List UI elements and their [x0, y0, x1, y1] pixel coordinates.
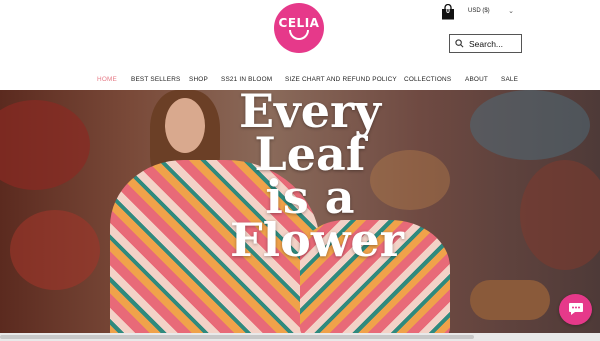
hero-headline: Every Leaf is a Flower: [230, 90, 404, 267]
nav-item-size-chart[interactable]: SIZE CHART AND REFUND POLICY: [285, 76, 397, 83]
hero-model-boot: [470, 280, 550, 320]
brand-logo[interactable]: CELIA: [274, 3, 324, 53]
chat-icon: [568, 303, 583, 315]
nav-item-collections[interactable]: COLLECTIONS: [404, 76, 451, 83]
nav-item-home[interactable]: HOME: [97, 76, 117, 83]
nav-item-shop[interactable]: SHOP: [189, 76, 208, 83]
hero-model-face: [165, 98, 205, 153]
search-box[interactable]: Search...: [449, 34, 522, 53]
headline-line: Flower: [230, 213, 404, 267]
hero-flower: [0, 100, 90, 190]
hero-flower: [10, 210, 100, 290]
chat-button[interactable]: [559, 294, 592, 325]
logo-text: CELIA: [278, 15, 320, 30]
horizontal-scrollbar[interactable]: [0, 333, 600, 341]
chevron-down-icon: ⌄: [508, 8, 514, 15]
currency-selector[interactable]: USD ($) ⌄: [468, 8, 520, 18]
hero-banner: Every Leaf is a Flower: [0, 90, 600, 333]
currency-label: USD ($): [468, 8, 490, 14]
nav-item-sale[interactable]: SALE: [501, 76, 518, 83]
hero-flower: [470, 90, 590, 160]
search-input[interactable]: Search...: [469, 39, 503, 49]
search-icon: [455, 39, 464, 48]
scrollbar-thumb[interactable]: [0, 335, 474, 339]
nav-item-about[interactable]: ABOUT: [465, 76, 488, 83]
hero-flower: [520, 160, 600, 270]
nav-item-best-sellers[interactable]: BEST SELLERS: [131, 76, 181, 83]
cart-count: 0: [446, 8, 450, 15]
logo-mark: [289, 29, 309, 40]
main-nav: HOME BEST SELLERS SHOP SS21 IN BLOOM SIZ…: [0, 70, 600, 90]
site-header: CELIA 0 USD ($) ⌄ Search...: [0, 0, 600, 68]
nav-item-ss21-in-bloom[interactable]: SS21 IN BLOOM: [221, 76, 272, 83]
